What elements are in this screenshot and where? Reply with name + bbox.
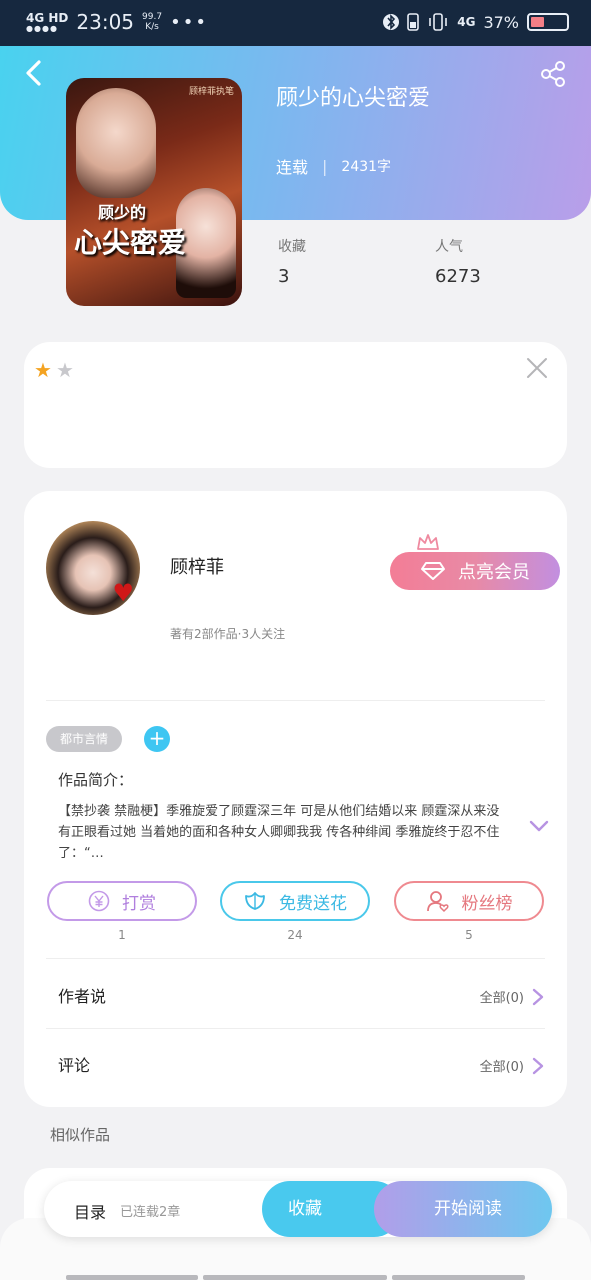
fan-ranking-label: 粉丝榜 <box>461 893 513 914</box>
rating-card: ★ ★ <box>24 342 567 468</box>
diamond-icon <box>421 562 445 580</box>
add-tag-button[interactable]: + <box>144 726 170 752</box>
serial-status: 连载 <box>276 158 309 177</box>
heart-icon: ♥ <box>112 579 134 607</box>
author-avatar[interactable]: ♥ <box>46 521 140 615</box>
sim-icon <box>407 13 420 31</box>
nav-indicator <box>66 1275 198 1280</box>
star-rating[interactable]: ★ ★ <box>34 358 74 382</box>
start-reading-button[interactable]: 开始阅读 <box>374 1181 552 1237</box>
mobile-network: 4G <box>457 15 476 29</box>
chevron-right-icon <box>532 1057 544 1074</box>
toc-button[interactable]: 目录 <box>74 1199 106 1223</box>
reward-label: 打赏 <box>122 893 156 914</box>
status-divider: | <box>322 156 328 176</box>
author-says-count: 全部(0) <box>479 991 524 1006</box>
popularity-label: 人气 <box>435 239 463 255</box>
yen-coin-icon <box>88 890 110 912</box>
share-icon[interactable] <box>539 60 567 88</box>
author-says-row[interactable]: 作者说 全部(0) <box>58 983 544 1013</box>
flower-icon <box>245 892 265 910</box>
chevron-down-icon[interactable] <box>529 819 549 833</box>
fan-ranking-button[interactable]: 粉丝榜 <box>394 881 544 921</box>
similar-works-label: 相似作品 <box>50 1126 111 1144</box>
genre-tag[interactable]: 都市言情 <box>46 726 123 752</box>
cover-male-figure <box>76 88 156 198</box>
favorites-value: 3 <box>278 266 290 287</box>
comments-count: 全部(0) <box>479 1060 524 1075</box>
network-speed: 99.7 K/s <box>142 12 163 32</box>
author-name[interactable]: 顾梓菲 <box>170 553 224 579</box>
comments-title: 评论 <box>58 1056 91 1075</box>
back-icon[interactable] <box>22 60 46 86</box>
send-flower-label: 免费送花 <box>279 893 347 914</box>
favorites-stat: 收藏 3 <box>278 236 306 287</box>
book-title: 顾少的心尖密爱 <box>276 86 431 111</box>
status-bar: 4G HD ●●●● 23:05 99.7 K/s ••• 4G 37% <box>0 0 591 46</box>
book-cover[interactable]: 顾梓菲执笔 顾少的 心尖密爱 <box>66 78 242 306</box>
divider <box>46 1028 545 1029</box>
fan-count: 5 <box>465 928 473 942</box>
crown-icon <box>417 534 439 550</box>
comments-row[interactable]: 评论 全部(0) <box>58 1052 544 1082</box>
reward-button[interactable]: 打赏 <box>47 881 197 921</box>
battery-percent: 37% <box>483 12 519 32</box>
flower-count: 24 <box>287 928 303 942</box>
star-filled-icon[interactable]: ★ <box>34 358 52 382</box>
fan-user-icon <box>426 891 449 913</box>
nav-indicator <box>392 1275 525 1280</box>
reward-count: 1 <box>118 928 126 942</box>
close-icon[interactable] <box>525 356 549 380</box>
bluetooth-icon <box>383 14 400 30</box>
clock: 23:05 <box>76 10 135 34</box>
author-meta: 著有2部作品·3人关注 <box>170 627 286 641</box>
battery-icon <box>527 13 569 31</box>
favorites-label: 收藏 <box>278 239 306 255</box>
book-detail-card: ♥ 顾梓菲 著有2部作品·3人关注 点亮会员 都市言情 + 作品简介： 【禁抄袭… <box>24 491 567 1107</box>
divider <box>46 700 545 701</box>
word-count: 2431字 <box>341 159 392 175</box>
chapter-status: 已连载2章 <box>120 1205 181 1220</box>
cover-author-mark: 顾梓菲执笔 <box>188 87 234 97</box>
more-notifications: ••• <box>170 11 208 33</box>
author-says-title: 作者说 <box>58 987 107 1006</box>
network-indicator: 4G HD ●●●● <box>26 10 69 33</box>
book-status-row: 连载 | 2431字 <box>276 154 391 178</box>
cover-title: 顾少的 心尖密爱 <box>74 203 187 259</box>
popularity-stat: 人气 6273 <box>435 236 481 287</box>
divider <box>46 958 545 959</box>
vip-button[interactable]: 点亮会员 <box>390 552 560 590</box>
vip-button-label: 点亮会员 <box>458 562 530 583</box>
bottom-action-bar: 目录 已连载2章 收藏 开始阅读 <box>44 1181 552 1237</box>
intro-text: 【禁抄袭 禁融梗】季雅旋爱了顾霆深三年 可是从他们结婚以来 顾霆深从来没有正眼看… <box>58 804 500 861</box>
nav-indicator <box>203 1275 387 1280</box>
vibrate-icon <box>429 13 448 31</box>
intro-label: 作品简介： <box>58 771 134 789</box>
send-flower-button[interactable]: 免费送花 <box>220 881 370 921</box>
popularity-value: 6273 <box>435 266 481 287</box>
star-empty-icon[interactable]: ★ <box>56 358 74 382</box>
chevron-right-icon <box>532 988 544 1005</box>
